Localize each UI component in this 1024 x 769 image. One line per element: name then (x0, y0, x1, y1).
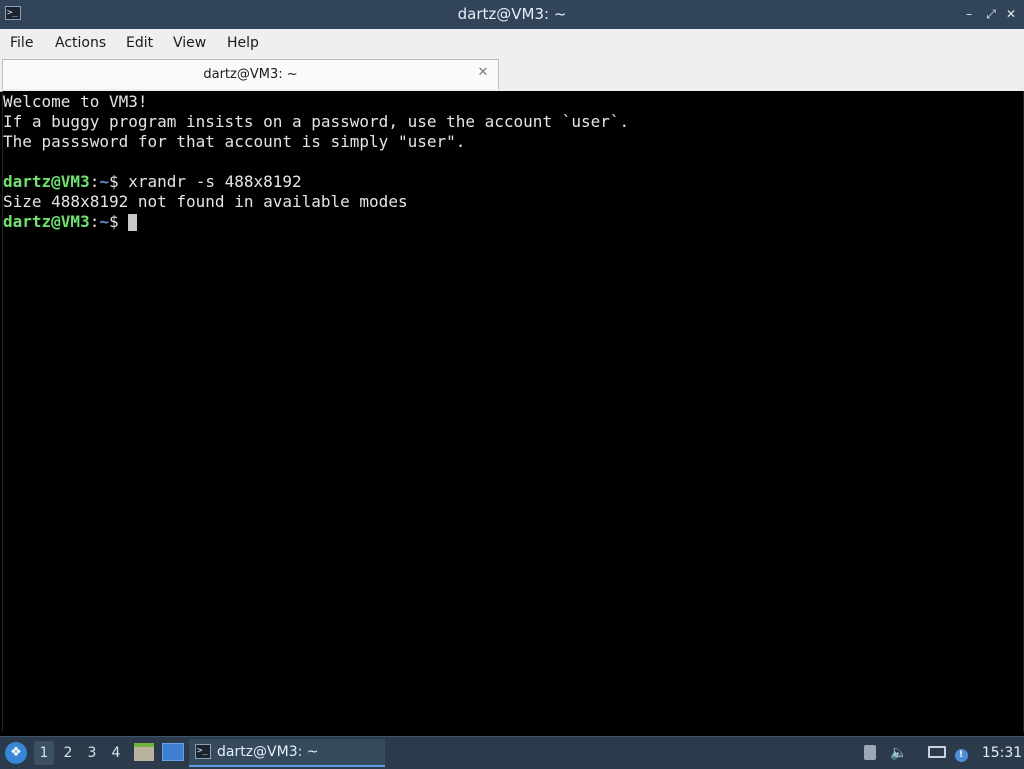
terminal-line: Welcome to VM3! (3, 92, 148, 111)
workspace-1[interactable]: 1 (34, 741, 54, 765)
menu-view[interactable]: View (173, 29, 206, 57)
terminal-line: The passsword for that account is simply… (3, 132, 466, 151)
tab-close-icon[interactable]: ✕ (476, 66, 490, 80)
tab-strip: dartz@VM3: ~ ✕ (0, 57, 1024, 92)
prompt-user: dartz@VM3 (3, 212, 90, 231)
terminal-task-icon: >_ (195, 744, 211, 759)
update-badge: ! (954, 749, 968, 762)
workspace-3[interactable]: 3 (82, 741, 102, 765)
maximize-icon[interactable]: ⤢ (984, 7, 998, 21)
terminal-prompt-line: dartz@VM3:~$ (3, 212, 138, 232)
prompt-symbol: $ (108, 172, 119, 191)
tab-label: dartz@VM3: ~ (203, 67, 298, 82)
menu-actions[interactable]: Actions (55, 29, 106, 57)
window-titlebar[interactable]: >_ dartz@VM3: ~ – ⤢ ✕ (0, 0, 1024, 30)
menu-help[interactable]: Help (227, 29, 259, 57)
command-text: xrandr -s 488x8192 (118, 172, 302, 191)
prompt-user: dartz@VM3 (3, 172, 90, 191)
clock[interactable]: 15:31 (980, 737, 1024, 769)
prompt-symbol: $ (108, 212, 119, 231)
prompt-separator: : (89, 172, 100, 191)
keyboard-layout-icon[interactable] (862, 743, 878, 763)
show-desktop-icon[interactable] (162, 743, 184, 761)
taskbar-task-terminal[interactable]: >_ dartz@VM3: ~ (189, 739, 385, 767)
menu-file[interactable]: File (10, 29, 33, 57)
task-label: dartz@VM3: ~ (217, 744, 319, 760)
prompt-path: ~ (99, 212, 109, 231)
menu-bar: File Actions Edit View Help (0, 29, 1024, 58)
terminal-output-line: Size 488x8192 not found in available mod… (3, 192, 408, 211)
window-title: dartz@VM3: ~ (457, 5, 567, 23)
prompt-separator: : (89, 212, 100, 231)
minimize-icon[interactable]: – (962, 7, 976, 21)
network-icon[interactable] (926, 743, 948, 763)
workspace-2[interactable]: 2 (58, 741, 78, 765)
tab-terminal[interactable]: dartz@VM3: ~ ✕ (2, 59, 499, 89)
close-icon[interactable]: ✕ (1004, 7, 1018, 21)
terminal-area[interactable]: Welcome to VM3! If a buggy program insis… (2, 91, 1024, 732)
volume-icon[interactable]: 🔈 (888, 743, 910, 763)
prompt-path: ~ (99, 172, 109, 191)
update-notifier-icon[interactable]: ! (952, 743, 970, 763)
text-cursor (128, 214, 138, 231)
terminal-command-line: dartz@VM3:~$ xrandr -s 488x8192 (3, 172, 302, 192)
file-manager-icon[interactable] (134, 743, 154, 761)
start-menu-icon[interactable]: ❖ (5, 742, 27, 764)
menu-edit[interactable]: Edit (126, 29, 153, 57)
taskbar: ❖ 1 2 3 4 >_ dartz@VM3: ~ 🔈 ! 15:31 (0, 736, 1024, 769)
workspace-4[interactable]: 4 (106, 741, 126, 765)
terminal-line: If a buggy program insists on a password… (3, 112, 630, 131)
